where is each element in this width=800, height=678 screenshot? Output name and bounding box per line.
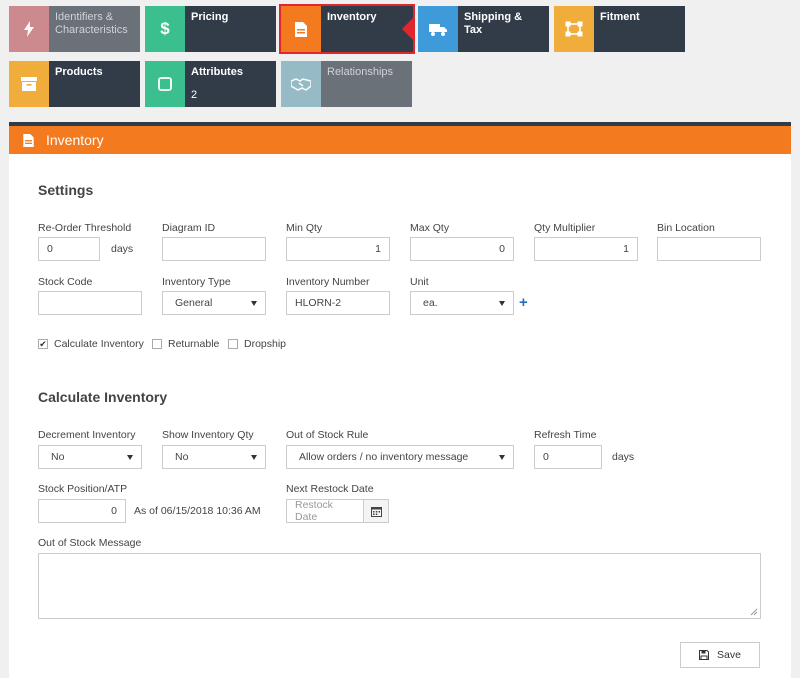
qty-multiplier-label: Qty Multiplier	[534, 222, 596, 234]
panel-header: Inventory	[9, 126, 791, 154]
dollar-icon: $	[145, 6, 185, 52]
settings-title: Settings	[38, 182, 94, 198]
calculate-inventory-checkbox[interactable]: ✔ Calculate Inventory	[38, 338, 144, 350]
inventory-panel: Inventory Settings Re-Order Threshold 0 …	[9, 122, 791, 678]
save-icon	[699, 650, 710, 660]
dropship-label: Dropship	[244, 338, 287, 350]
handshake-icon	[281, 61, 321, 107]
inventory-number-label: Inventory Number	[286, 276, 370, 288]
tab-pricing[interactable]: $ Pricing	[145, 6, 276, 52]
inventory-type-value: General	[175, 297, 213, 309]
calendar-button[interactable]	[363, 499, 389, 523]
diagram-id-input[interactable]	[162, 237, 266, 261]
tab-fitment[interactable]: Fitment	[554, 6, 685, 52]
square-icon	[145, 61, 185, 107]
max-qty-input[interactable]: 0	[410, 237, 514, 261]
show-qty-value: No	[175, 451, 189, 463]
reorder-threshold-label: Re-Order Threshold	[38, 222, 132, 234]
stock-position-label: Stock Position/ATP	[38, 483, 128, 495]
returnable-checkbox[interactable]: Returnable	[152, 338, 219, 350]
inventory-number-input[interactable]: HLORN-2	[286, 291, 390, 315]
caret-down-icon	[499, 300, 505, 306]
tab-label: Relationships	[321, 61, 412, 107]
stock-code-input[interactable]	[38, 291, 142, 315]
oos-message-label: Out of Stock Message	[38, 537, 142, 549]
min-qty-label: Min Qty	[286, 222, 323, 234]
refresh-time-label: Refresh Time	[534, 429, 597, 441]
decrement-inventory-select[interactable]: No	[38, 445, 142, 469]
add-unit-icon[interactable]: +	[519, 294, 528, 311]
tab-label: Shipping & Tax	[458, 6, 549, 52]
tab-relationships[interactable]: Relationships	[281, 61, 412, 107]
tab-label: Products	[49, 61, 140, 107]
checkbox-checked: ✔	[38, 338, 48, 349]
tab-label: Attributes 2	[185, 61, 276, 107]
unit-select[interactable]: ea.	[410, 291, 514, 315]
show-inventory-qty-label: Show Inventory Qty	[162, 429, 254, 441]
unit-value: ea.	[423, 297, 438, 309]
bin-location-input[interactable]	[657, 237, 761, 261]
decrement-value: No	[51, 451, 65, 463]
tab-label: Identifiers & Characteristics	[49, 6, 140, 52]
max-qty-label: Max Qty	[410, 222, 450, 234]
active-pointer	[402, 18, 413, 40]
tab-attributes[interactable]: Attributes 2	[145, 61, 276, 107]
tab-label: Pricing	[185, 6, 276, 52]
tab-label-text: Attributes	[191, 66, 243, 78]
calculate-inventory-label: Calculate Inventory	[54, 338, 144, 350]
out-of-stock-rule-select[interactable]: Allow orders / no inventory message	[286, 445, 514, 469]
tab-label: Fitment	[594, 6, 685, 52]
reorder-threshold-input[interactable]: 0	[38, 237, 100, 261]
tab-label: Inventory	[321, 6, 413, 52]
panel-title: Inventory	[46, 132, 104, 148]
refresh-time-input[interactable]: 0	[534, 445, 602, 469]
next-restock-label: Next Restock Date	[286, 483, 374, 495]
tab-products[interactable]: Products	[9, 61, 140, 107]
dropship-checkbox[interactable]: Dropship	[228, 338, 286, 350]
stock-code-label: Stock Code	[38, 276, 93, 288]
show-inventory-qty-select[interactable]: No	[162, 445, 266, 469]
tab-identifiers[interactable]: Identifiers & Characteristics	[9, 6, 140, 52]
returnable-label: Returnable	[168, 338, 220, 350]
qty-multiplier-input[interactable]: 1	[534, 237, 638, 261]
unit-label: Unit	[410, 276, 429, 288]
vector-icon	[554, 6, 594, 52]
decrement-inventory-label: Decrement Inventory	[38, 429, 136, 441]
stock-as-of-text: As of 06/15/2018 10:36 AM	[134, 505, 261, 517]
save-label: Save	[717, 649, 741, 661]
reorder-days-unit: days	[111, 243, 134, 255]
caret-down-icon	[251, 300, 257, 306]
bin-location-label: Bin Location	[657, 222, 715, 234]
tab-label-text: Inventory	[327, 11, 377, 23]
calendar-icon	[370, 506, 382, 517]
resize-grip-icon[interactable]	[750, 608, 758, 616]
tab-shipping[interactable]: Shipping & Tax	[418, 6, 549, 52]
stock-position-input[interactable]: 0	[38, 499, 126, 523]
caret-down-icon	[127, 454, 133, 460]
caret-down-icon	[251, 454, 257, 460]
restock-date-input[interactable]: Restock Date	[286, 499, 364, 523]
bolt-icon	[9, 6, 49, 52]
attributes-count: 2	[191, 89, 198, 101]
calculate-inventory-title: Calculate Inventory	[38, 389, 168, 405]
min-qty-input[interactable]: 1	[286, 237, 390, 261]
document-icon	[281, 6, 321, 52]
tab-inventory[interactable]: Inventory	[279, 4, 415, 54]
refresh-days-unit: days	[612, 451, 635, 463]
truck-icon	[418, 6, 458, 52]
inventory-type-select[interactable]: General	[162, 291, 266, 315]
inventory-type-label: Inventory Type	[162, 276, 231, 288]
box-icon	[9, 61, 49, 107]
document-icon	[23, 133, 34, 147]
diagram-id-label: Diagram ID	[162, 222, 216, 234]
oos-message-textarea[interactable]	[38, 553, 761, 619]
checkbox-unchecked	[152, 339, 162, 349]
oos-rule-value: Allow orders / no inventory message	[299, 451, 469, 463]
caret-down-icon	[499, 454, 505, 460]
out-of-stock-rule-label: Out of Stock Rule	[286, 429, 369, 441]
checkbox-unchecked	[228, 339, 238, 349]
save-button[interactable]: Save	[680, 642, 760, 668]
